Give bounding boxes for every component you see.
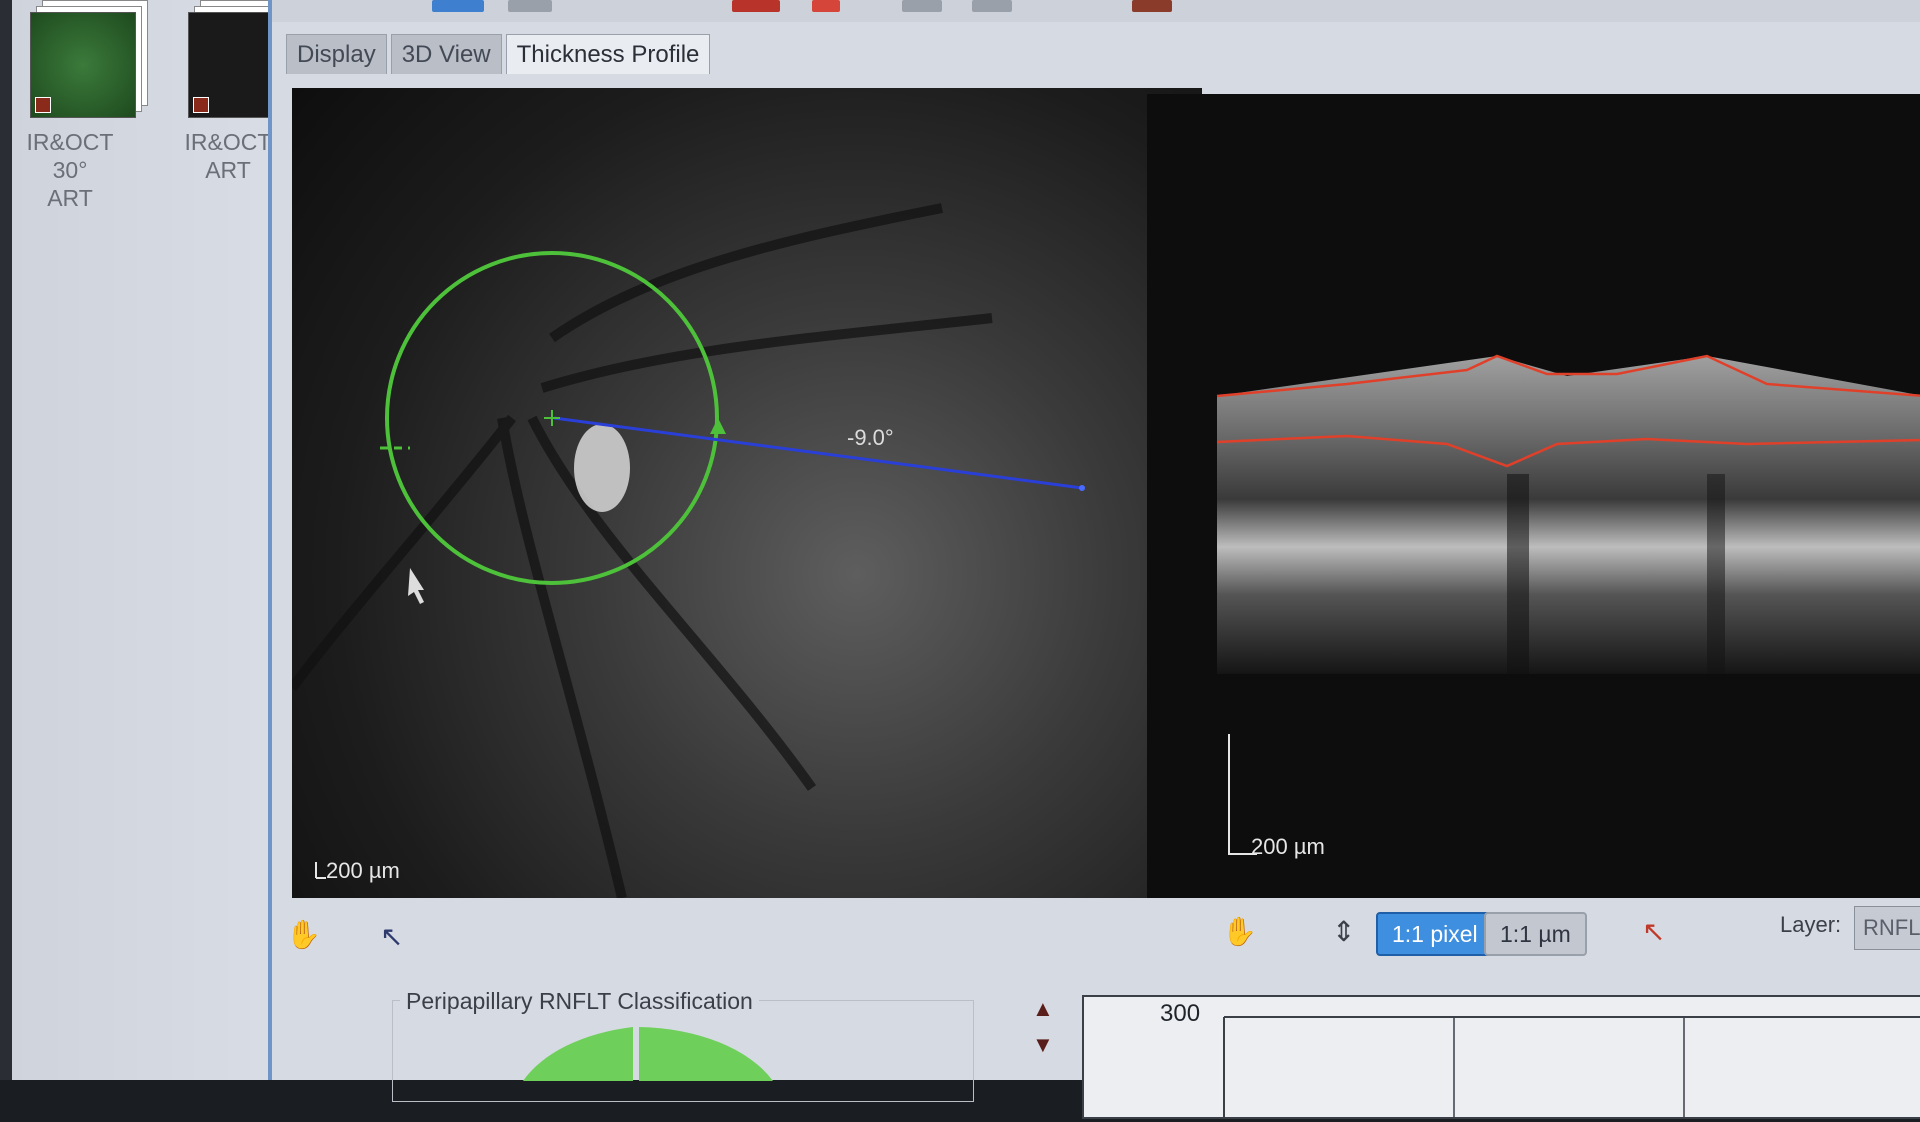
thickness-graph-grid <box>1223 1016 1920 1117</box>
scan-direction-line[interactable] <box>553 416 1083 490</box>
tab-3d-view[interactable]: 3D View <box>390 34 502 74</box>
toolbar-button[interactable] <box>432 0 484 12</box>
oct-pan-hand-icon[interactable]: ✋ <box>1222 915 1257 948</box>
scale-1to1-pixel-button[interactable]: 1:1 pixel <box>1376 912 1494 956</box>
tab-thickness-profile[interactable]: Thickness Profile <box>505 34 711 74</box>
vessel-shadow <box>1707 474 1725 674</box>
oct-bscan-image[interactable]: 200 µm <box>1147 94 1920 898</box>
retinal-vessels <box>292 203 993 898</box>
scale-bar <box>315 862 326 879</box>
scan-start-arrow-icon <box>710 418 726 434</box>
tab-display[interactable]: Display <box>286 34 387 74</box>
rnflt-classification-title: Peripapillary RNFLT Classification <box>400 988 759 1015</box>
pointer-tool-icon[interactable]: ↖ <box>380 920 403 953</box>
toolbar-button[interactable] <box>812 0 840 12</box>
thumbnail-strip: IR&OCT 30° ART IR&OCT ART <box>0 0 294 1080</box>
layer-label: Layer: <box>1780 912 1842 937</box>
toolbar-button[interactable] <box>902 0 942 12</box>
toolbar-button[interactable] <box>1132 0 1172 12</box>
oct-overlay <box>1216 354 1920 855</box>
fundus-scale-label: 200 µm <box>326 858 400 883</box>
fundus-overlay <box>292 203 1085 898</box>
vertical-fit-icon[interactable]: ⇕ <box>1332 915 1355 948</box>
thumbnail-image <box>30 12 136 118</box>
retina-layers <box>1217 356 1920 674</box>
toolbar-button[interactable] <box>508 0 552 12</box>
graph-y-tick-label: 300 <box>1160 1000 1201 1027</box>
fundus-image[interactable]: -9.0° 200 µm <box>292 88 1202 898</box>
vessel-shadow <box>1507 474 1529 674</box>
toolbar <box>272 0 1920 22</box>
oct-scale-label: 200 µm <box>1251 834 1325 859</box>
scan-line-endpoint[interactable] <box>1079 485 1085 491</box>
edit-segmentation-icon[interactable]: ↖ <box>1642 915 1665 948</box>
mouse-cursor-icon <box>408 568 424 604</box>
scan-angle-label: -9.0° <box>847 425 894 450</box>
view-tabs: Display 3D View Thickness Profile <box>286 34 714 74</box>
thumbnail-label: IR&OCT 30° ART <box>26 129 114 211</box>
main-viewer: Display 3D View Thickness Profile -9.0° … <box>268 0 1920 1119</box>
thumbnail-ir-oct-30[interactable]: IR&OCT 30° ART <box>10 12 136 212</box>
toolbar-button[interactable] <box>972 0 1012 12</box>
layer-select[interactable]: RNFL <box>1854 906 1920 950</box>
oct-badge-icon <box>35 97 51 113</box>
classification-pie <box>523 1027 773 1081</box>
toolbar-button[interactable] <box>732 0 780 12</box>
optic-disc-highlight <box>574 424 630 512</box>
pan-hand-icon[interactable]: ✋ <box>286 918 321 951</box>
scroll-up-arrow-icon[interactable]: ▲ <box>1032 996 1054 1022</box>
scale-1to1-um-button[interactable]: 1:1 µm <box>1484 912 1587 956</box>
center-crosshair-icon <box>544 410 560 426</box>
thickness-graph <box>1082 995 1920 1119</box>
rnflt-classification-panel <box>392 1000 974 1102</box>
scroll-down-arrow-icon[interactable]: ▼ <box>1032 1032 1054 1058</box>
oct-badge-icon <box>193 97 209 113</box>
